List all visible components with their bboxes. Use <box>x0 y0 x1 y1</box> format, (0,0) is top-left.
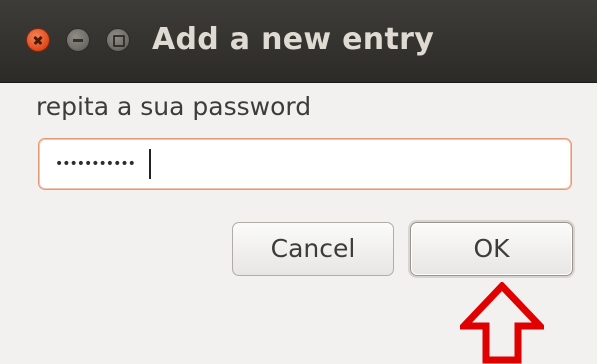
window-title: Add a new entry <box>152 22 435 57</box>
up-arrow-icon <box>460 282 544 364</box>
password-field[interactable]: ••••••••••• <box>38 138 572 190</box>
text-caret <box>149 149 151 179</box>
title-bar: Add a new entry <box>0 0 597 83</box>
password-prompt-label: repita a sua password <box>36 92 312 121</box>
maximize-icon[interactable] <box>106 28 130 52</box>
close-icon[interactable] <box>26 28 50 52</box>
dialog-window: Add a new entry repita a sua password ••… <box>0 0 597 364</box>
ok-button[interactable]: OK <box>410 222 573 276</box>
cancel-button[interactable]: Cancel <box>232 222 394 276</box>
minimize-icon[interactable] <box>66 28 90 52</box>
password-mask: ••••••••••• <box>55 156 136 172</box>
